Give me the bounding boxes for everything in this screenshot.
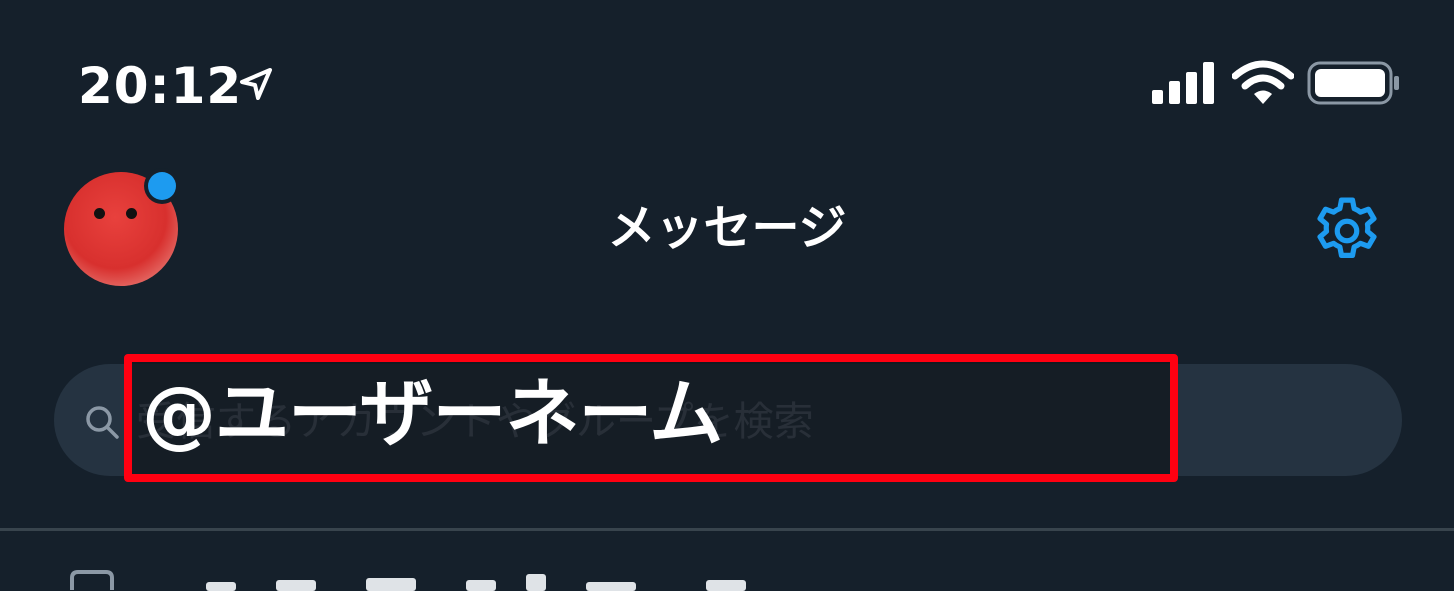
divider [0, 528, 1454, 531]
battery-icon [1307, 61, 1399, 105]
message-request-row[interactable] [66, 568, 1386, 591]
location-arrow-icon [240, 68, 272, 100]
search-icon [86, 406, 119, 439]
cellular-signal-icon [1152, 62, 1214, 104]
messages-screen: 20:12 メッセージ @ユーザーネーム [0, 0, 1454, 591]
status-time: 20:12 [78, 57, 243, 115]
wifi-icon [1232, 60, 1294, 104]
gear-icon [1317, 197, 1377, 258]
settings-button[interactable] [1304, 188, 1390, 274]
overlay-username-label: @ユーザーネーム [142, 371, 723, 457]
page-title: メッセージ [607, 200, 847, 256]
